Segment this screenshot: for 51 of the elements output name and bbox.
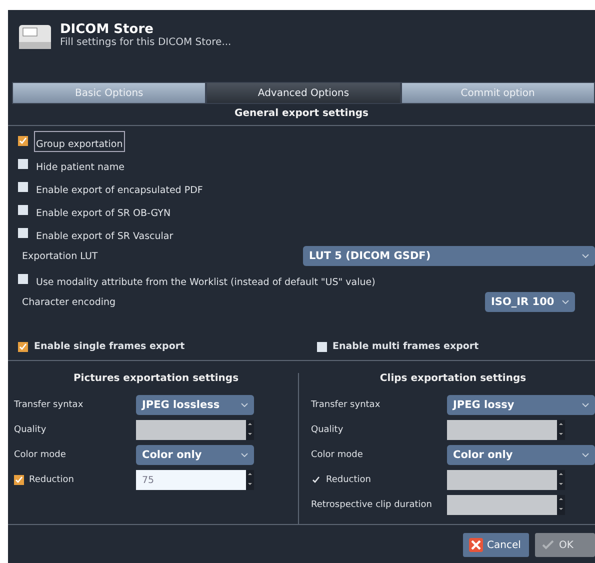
- dropdown[interactable]: Color only: [447, 445, 595, 465]
- cancel-button[interactable]: Cancel: [463, 533, 529, 557]
- checkbox[interactable]: [18, 159, 28, 169]
- chevron-down-icon: [241, 403, 248, 407]
- field-label: Transfer syntax: [311, 400, 382, 410]
- field-label: Exportation LUT: [21, 250, 98, 262]
- dropdown[interactable]: Color only: [136, 445, 254, 465]
- chevron-down-icon: [582, 254, 589, 258]
- dropdown[interactable]: JPEG lossy: [447, 395, 595, 415]
- checkbox[interactable]: [18, 342, 28, 352]
- spin-field[interactable]: 75: [136, 470, 254, 490]
- checkbox-label: Enable single frames export: [34, 341, 185, 352]
- chevron-down-icon: [582, 403, 589, 407]
- checkbox-label: Use modality attribute from the Worklist (instead of default "US" value): [36, 276, 376, 288]
- checkbox[interactable]: [18, 274, 28, 284]
- checkbox[interactable]: [14, 475, 24, 485]
- panel-title: Clips exportation settings: [378, 373, 528, 384]
- checkbox-label: Enable export of encapsulated PDF: [36, 184, 203, 196]
- dropdown[interactable]: ISO_IR 100: [485, 292, 575, 312]
- dialog-subtitle: Fill settings for this DICOM Store...: [60, 37, 232, 48]
- field-label: Character encoding: [21, 296, 116, 308]
- checkbox[interactable]: [18, 205, 28, 215]
- chevron-down-icon: [582, 453, 589, 457]
- field-label: Retrospective clip duration: [311, 500, 433, 510]
- field-label: Reduction: [29, 475, 74, 485]
- chevron-down-icon: [562, 300, 569, 304]
- checkbox[interactable]: [18, 136, 28, 146]
- dropdown[interactable]: LUT 5 (DICOM GSDF): [303, 246, 595, 266]
- tab[interactable]: Advanced Options: [206, 82, 401, 104]
- checkbox-label: Enable export of SR OB-GYN: [36, 208, 171, 218]
- checkbox[interactable]: [18, 228, 28, 238]
- chevron-down-icon: [241, 453, 248, 457]
- field-label: Quality: [311, 425, 344, 435]
- panel-title: Pictures exportation settings: [72, 373, 240, 384]
- field-label: Color mode: [14, 450, 67, 460]
- checkbox[interactable]: [316, 342, 326, 352]
- dialog-title: DICOM Store: [60, 22, 154, 37]
- check-icon: [541, 538, 555, 552]
- field-label: Transfer syntax: [14, 400, 84, 410]
- field-label: Quality: [14, 425, 48, 435]
- drive-icon: [18, 22, 52, 52]
- checkbox-label: Group exportation: [36, 138, 123, 150]
- checkbox-label: Enable multi frames export: [332, 341, 479, 352]
- close-icon: [469, 538, 483, 552]
- checkbox[interactable]: [18, 182, 28, 192]
- dropdown[interactable]: JPEG lossless: [136, 395, 254, 415]
- section-title: General export settings: [8, 104, 595, 126]
- field-label: Reduction: [326, 475, 371, 485]
- checkbox-label: Enable export of SR Vascular: [36, 230, 174, 242]
- field-label: Color mode: [311, 450, 364, 460]
- checkbox-label: Hide patient name: [36, 162, 124, 172]
